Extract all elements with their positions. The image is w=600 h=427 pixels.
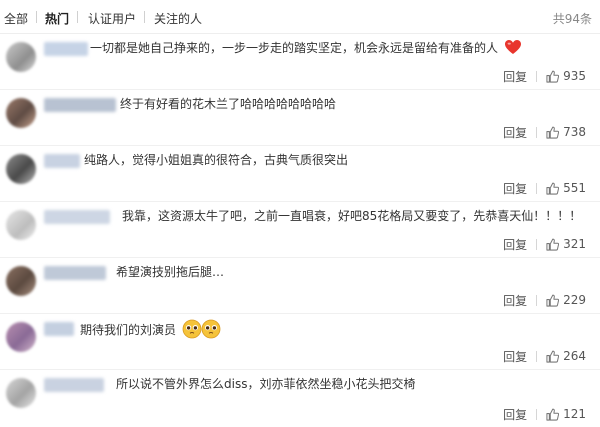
username-blurred[interactable] bbox=[44, 154, 80, 168]
tab-all[interactable]: 全部 bbox=[4, 10, 28, 27]
like-button[interactable]: 738 bbox=[546, 125, 586, 139]
pleading-face-emoji-icon bbox=[182, 319, 222, 342]
username-blurred[interactable] bbox=[44, 210, 110, 224]
tab-divider bbox=[36, 11, 37, 23]
comment-total-count: 共94条 bbox=[552, 12, 592, 26]
like-count: 229 bbox=[563, 293, 586, 307]
avatar[interactable] bbox=[6, 154, 36, 184]
like-button[interactable]: 121 bbox=[546, 407, 586, 421]
thumbs-up-icon bbox=[546, 70, 560, 83]
tab-divider bbox=[77, 11, 78, 23]
divider bbox=[536, 182, 538, 194]
like-button[interactable]: 551 bbox=[546, 181, 586, 195]
avatar[interactable] bbox=[6, 378, 36, 408]
tab-verified-users[interactable]: 认证用户 bbox=[88, 10, 136, 27]
reply-button[interactable]: 回复 bbox=[503, 68, 527, 85]
comment-text: 我靠，这资源太牛了吧，之前一直唱衰，好吧85花格局又要变了，先恭喜天仙！！！！ bbox=[122, 207, 581, 224]
comment-item: 期待我们的刘演员 回复 264 bbox=[0, 314, 600, 370]
tab-divider bbox=[144, 11, 145, 23]
thumbs-up-icon bbox=[546, 182, 560, 195]
avatar[interactable] bbox=[6, 98, 36, 128]
comment-filter-tabs: 全部 热门 认证用户 关注的人 共94条 bbox=[0, 0, 600, 34]
like-count: 121 bbox=[563, 407, 586, 421]
avatar[interactable] bbox=[6, 42, 36, 72]
divider bbox=[536, 238, 538, 250]
thumbs-up-icon bbox=[546, 408, 560, 421]
reply-button[interactable]: 回复 bbox=[503, 236, 527, 253]
username-blurred[interactable] bbox=[44, 322, 74, 336]
avatar[interactable] bbox=[6, 322, 36, 352]
comment-item: 终于有好看的花木兰了哈哈哈哈哈哈哈哈 回复 738 bbox=[0, 90, 600, 146]
divider bbox=[536, 70, 538, 82]
like-count: 935 bbox=[563, 69, 586, 83]
comment-actions: 回复 264 bbox=[503, 348, 586, 364]
username-blurred[interactable] bbox=[44, 42, 88, 56]
comment-text-body: 一切都是她自己挣来的，一步一步走的踏实坚定，机会永远是留给有准备的人 bbox=[90, 41, 499, 55]
username-blurred[interactable] bbox=[44, 266, 106, 280]
thumbs-up-icon bbox=[546, 238, 560, 251]
comment-text-body: 终于有好看的花木兰了哈哈哈哈哈哈哈哈 bbox=[120, 97, 337, 111]
comment-actions: 回复 551 bbox=[503, 180, 586, 196]
divider bbox=[536, 126, 538, 138]
like-button[interactable]: 321 bbox=[546, 237, 586, 251]
reply-button[interactable]: 回复 bbox=[503, 348, 527, 365]
tab-following[interactable]: 关注的人 bbox=[154, 10, 202, 27]
comment-text: 纯路人，觉得小姐姐真的很符合，古典气质很突出 bbox=[84, 151, 348, 168]
comment-text: 所以说不管外界怎么diss，刘亦菲依然坐稳小花头把交椅 bbox=[116, 375, 415, 392]
avatar[interactable] bbox=[6, 210, 36, 240]
like-count: 264 bbox=[563, 349, 586, 363]
divider bbox=[536, 408, 538, 420]
comment-text: 希望演技别拖后腿… bbox=[116, 263, 224, 280]
comment-item: 希望演技别拖后腿… 回复 229 bbox=[0, 258, 600, 314]
like-button[interactable]: 935 bbox=[546, 69, 586, 83]
thumbs-up-icon bbox=[546, 350, 560, 363]
like-button[interactable]: 264 bbox=[546, 349, 586, 363]
reply-button[interactable]: 回复 bbox=[503, 124, 527, 141]
comment-item: 所以说不管外界怎么diss，刘亦菲依然坐稳小花头把交椅 回复 121 bbox=[0, 370, 600, 427]
thumbs-up-icon bbox=[546, 294, 560, 307]
divider bbox=[536, 350, 538, 362]
comment-actions: 回复 935 bbox=[503, 68, 586, 84]
comment-actions: 回复 229 bbox=[503, 292, 586, 308]
comment-actions: 回复 321 bbox=[503, 236, 586, 252]
avatar[interactable] bbox=[6, 266, 36, 296]
comment-text-body: 所以说不管外界怎么diss，刘亦菲依然坐稳小花头把交椅 bbox=[116, 377, 416, 391]
like-count: 321 bbox=[563, 237, 586, 251]
comment-text-body: 期待我们的刘演员 bbox=[80, 323, 177, 337]
comment-text: 期待我们的刘演员 bbox=[80, 319, 222, 342]
username-blurred[interactable] bbox=[44, 378, 104, 392]
like-count: 551 bbox=[563, 181, 586, 195]
thumbs-up-icon bbox=[546, 126, 560, 139]
username-blurred[interactable] bbox=[44, 98, 116, 112]
comment-item: 一切都是她自己挣来的，一步一步走的踏实坚定，机会永远是留给有准备的人 回复 93… bbox=[0, 34, 600, 90]
tab-hot[interactable]: 热门 bbox=[45, 10, 69, 27]
like-button[interactable]: 229 bbox=[546, 293, 586, 307]
comment-actions: 回复 738 bbox=[503, 124, 586, 140]
reply-button[interactable]: 回复 bbox=[503, 292, 527, 309]
reply-button[interactable]: 回复 bbox=[503, 406, 527, 423]
comment-item: 我靠，这资源太牛了吧，之前一直唱衰，好吧85花格局又要变了，先恭喜天仙！！！！ … bbox=[0, 202, 600, 258]
red-heart-emoji-icon bbox=[504, 39, 522, 58]
divider bbox=[536, 294, 538, 306]
comment-text: 终于有好看的花木兰了哈哈哈哈哈哈哈哈 bbox=[120, 95, 336, 112]
comment-text-body: 我靠，这资源太牛了吧，之前一直唱衰，好吧85花格局又要变了，先恭喜天仙！！！！ bbox=[122, 209, 582, 223]
comment-text-body: 希望演技别拖后腿… bbox=[116, 265, 225, 279]
like-count: 738 bbox=[563, 125, 586, 139]
comment-text: 一切都是她自己挣来的，一步一步走的踏实坚定，机会永远是留给有准备的人 bbox=[90, 39, 522, 58]
reply-button[interactable]: 回复 bbox=[503, 180, 527, 197]
comment-item: 纯路人，觉得小姐姐真的很符合，古典气质很突出 回复 551 bbox=[0, 146, 600, 202]
comment-text-body: 纯路人，觉得小姐姐真的很符合，古典气质很突出 bbox=[84, 153, 349, 167]
comment-actions: 回复 121 bbox=[503, 406, 586, 422]
